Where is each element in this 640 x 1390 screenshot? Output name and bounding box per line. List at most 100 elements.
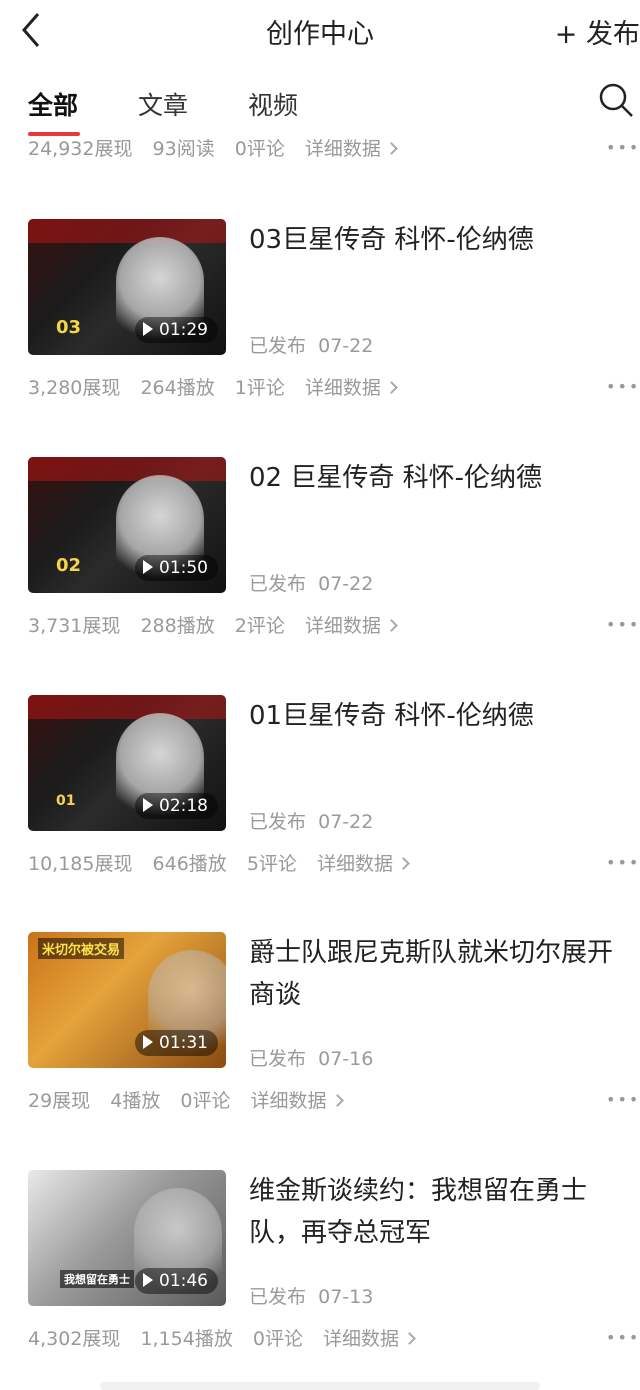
thumbnail-caption: 我想留在勇士 bbox=[60, 1270, 134, 1288]
item-status: 已发布 07-22 bbox=[249, 807, 373, 834]
status-text: 已发布 bbox=[249, 573, 307, 595]
tab-articles[interactable]: 文章 bbox=[138, 86, 188, 122]
video-thumbnail[interactable]: 米切尔被交易 01:31 bbox=[28, 932, 226, 1068]
thumbnail-episode-number: 03 bbox=[56, 317, 82, 338]
video-duration: 02:18 bbox=[135, 793, 218, 819]
plays-count: 4播放 bbox=[110, 1090, 161, 1112]
thumbnail-caption: 米切尔被交易 bbox=[38, 938, 125, 959]
item-status: 已发布 07-22 bbox=[249, 569, 373, 596]
impressions-count: 4,302展现 bbox=[28, 1328, 121, 1350]
tab-all[interactable]: 全部 bbox=[28, 86, 78, 122]
video-thumbnail[interactable]: 02 01:50 bbox=[28, 457, 226, 593]
details-label: 详细数据 bbox=[323, 1328, 400, 1350]
item-status: 已发布 07-22 bbox=[249, 331, 373, 358]
comments-count: 5评论 bbox=[246, 853, 297, 875]
plays-count: 288播放 bbox=[140, 615, 215, 637]
item-stats: 10,185展现 646播放 5评论 详细数据 bbox=[28, 849, 410, 876]
more-dots-icon[interactable] bbox=[606, 1328, 640, 1348]
item-title[interactable]: 爵士队跟尼克斯队就米切尔展开商谈 bbox=[249, 932, 629, 1016]
video-thumbnail[interactable]: 我想留在勇士 01:46 bbox=[28, 1170, 226, 1306]
chevron-right-icon bbox=[397, 857, 410, 870]
duration-text: 01:31 bbox=[159, 1033, 208, 1053]
duration-text: 01:50 bbox=[159, 558, 208, 578]
chevron-right-icon bbox=[385, 381, 398, 394]
impressions-count: 3,280展现 bbox=[28, 377, 121, 399]
chevron-right-icon bbox=[330, 1094, 344, 1107]
item-stats: 4,302展现 1,154播放 0评论 详细数据 bbox=[28, 1324, 416, 1351]
item-title[interactable]: 02 巨星传奇 科怀-伦纳德 bbox=[249, 457, 629, 499]
comments-count: 2评论 bbox=[234, 615, 285, 637]
more-dots-icon[interactable] bbox=[606, 853, 640, 873]
status-text: 已发布 bbox=[249, 335, 307, 357]
details-label: 详细数据 bbox=[250, 1090, 327, 1112]
list-item[interactable]: 03 01:29 03巨星传奇 科怀-伦纳德 已发布 07-22 3,280展现… bbox=[0, 219, 640, 429]
details-link[interactable]: 详细数据 bbox=[304, 138, 398, 160]
comments-count: 0评论 bbox=[252, 1328, 303, 1350]
details-link[interactable]: 详细数据 bbox=[316, 853, 410, 875]
tab-videos[interactable]: 视频 bbox=[248, 86, 298, 122]
list-item[interactable]: 我想留在勇士 01:46 维金斯谈续约：我想留在勇士队，再夺总冠军 已发布 07… bbox=[0, 1170, 640, 1380]
publish-date: 07-22 bbox=[318, 573, 374, 595]
thumbnail-episode-number: 01 bbox=[56, 793, 76, 809]
play-icon bbox=[143, 322, 153, 336]
list-item[interactable]: 米切尔被交易 01:31 爵士队跟尼克斯队就米切尔展开商谈 已发布 07-16 … bbox=[0, 932, 640, 1142]
impressions-count: 24,932展现 bbox=[28, 138, 133, 160]
list-item[interactable]: 01 02:18 01巨星传奇 科怀-伦纳德 已发布 07-22 10,185展… bbox=[0, 695, 640, 905]
video-duration: 01:46 bbox=[135, 1268, 218, 1294]
more-dots-icon[interactable] bbox=[606, 377, 640, 397]
plays-count: 646播放 bbox=[152, 853, 227, 875]
details-label: 详细数据 bbox=[304, 377, 381, 399]
video-thumbnail[interactable]: 01 02:18 bbox=[28, 695, 226, 831]
plays-count: 1,154播放 bbox=[140, 1328, 233, 1350]
page-title: 创作中心 bbox=[266, 19, 374, 50]
reads-count: 93阅读 bbox=[152, 138, 215, 160]
video-duration: 01:29 bbox=[135, 317, 218, 343]
list-item[interactable]: 02 01:50 02 巨星传奇 科怀-伦纳德 已发布 07-22 3,731展… bbox=[0, 457, 640, 667]
play-icon bbox=[143, 1035, 153, 1049]
status-text: 已发布 bbox=[249, 1048, 307, 1070]
video-duration: 01:50 bbox=[135, 555, 218, 581]
details-label: 详细数据 bbox=[304, 615, 381, 637]
publish-date: 07-16 bbox=[318, 1048, 374, 1070]
thumbnail-banner bbox=[28, 695, 226, 719]
more-dots-icon[interactable] bbox=[606, 615, 640, 635]
chevron-right-icon bbox=[385, 142, 398, 155]
item-title[interactable]: 维金斯谈续约：我想留在勇士队，再夺总冠军 bbox=[249, 1170, 629, 1254]
item-title[interactable]: 03巨星传奇 科怀-伦纳德 bbox=[249, 219, 629, 261]
publish-date: 07-22 bbox=[318, 811, 374, 833]
impressions-count: 29展现 bbox=[28, 1090, 91, 1112]
video-duration: 01:31 bbox=[135, 1030, 218, 1056]
comments-count: 1评论 bbox=[234, 377, 285, 399]
details-label: 详细数据 bbox=[316, 853, 393, 875]
item-stats: 3,731展现 288播放 2评论 详细数据 bbox=[28, 611, 398, 638]
partial-item-stats: 24,932展现 93阅读 0评论 详细数据 bbox=[28, 134, 398, 161]
tab-bar: 全部 文章 视频 bbox=[0, 80, 640, 136]
more-dots-icon[interactable] bbox=[606, 1090, 640, 1110]
more-dots-icon[interactable] bbox=[606, 138, 640, 158]
details-link[interactable]: 详细数据 bbox=[304, 377, 398, 399]
thumbnail-banner bbox=[28, 457, 226, 481]
video-thumbnail[interactable]: 03 01:29 bbox=[28, 219, 226, 355]
publish-button[interactable]: + 发布 bbox=[555, 12, 640, 51]
comments-count: 0评论 bbox=[234, 138, 285, 160]
item-stats: 29展现 4播放 0评论 详细数据 bbox=[28, 1086, 344, 1113]
item-status: 已发布 07-13 bbox=[249, 1282, 373, 1309]
details-link[interactable]: 详细数据 bbox=[250, 1090, 344, 1112]
status-text: 已发布 bbox=[249, 811, 307, 833]
item-stats: 3,280展现 264播放 1评论 详细数据 bbox=[28, 373, 398, 400]
impressions-count: 3,731展现 bbox=[28, 615, 121, 637]
status-text: 已发布 bbox=[249, 1286, 307, 1308]
play-icon bbox=[143, 798, 153, 812]
bottom-scroll-indicator bbox=[100, 1382, 540, 1390]
item-title[interactable]: 01巨星传奇 科怀-伦纳德 bbox=[249, 695, 629, 737]
impressions-count: 10,185展现 bbox=[28, 853, 133, 875]
play-icon bbox=[143, 1273, 153, 1287]
search-button[interactable] bbox=[596, 80, 636, 120]
header: 创作中心 + 发布 bbox=[0, 0, 640, 60]
details-link[interactable]: 详细数据 bbox=[304, 615, 398, 637]
details-link[interactable]: 详细数据 bbox=[323, 1328, 416, 1350]
details-label: 详细数据 bbox=[304, 138, 381, 160]
chevron-right-icon bbox=[403, 1332, 416, 1345]
comments-count: 0评论 bbox=[180, 1090, 231, 1112]
duration-text: 01:29 bbox=[159, 320, 208, 340]
